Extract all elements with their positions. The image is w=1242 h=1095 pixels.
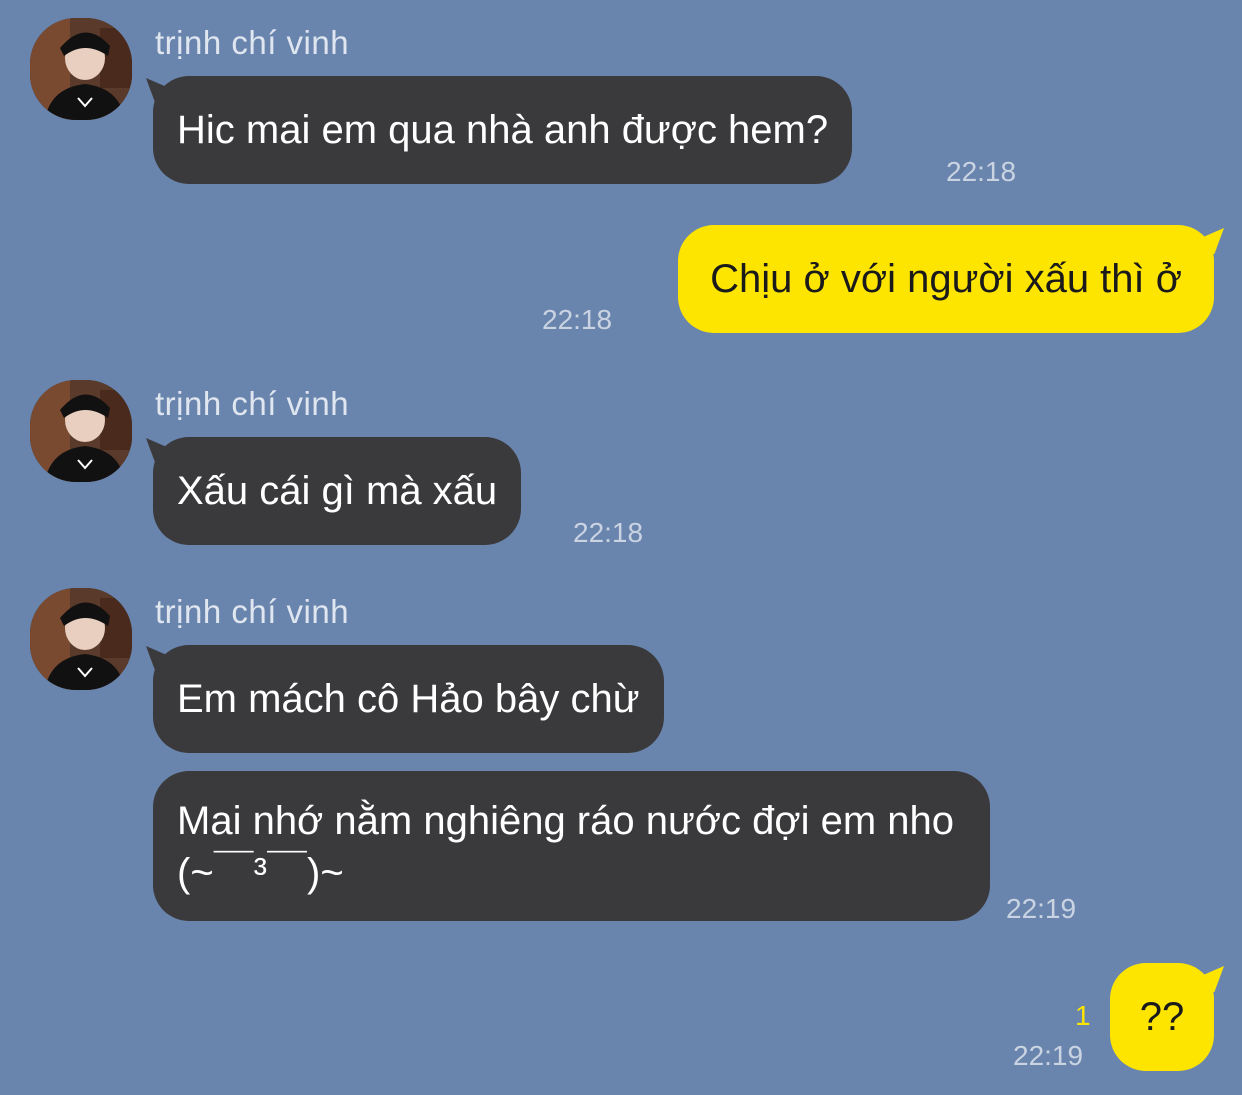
bubble-tail [1200, 966, 1224, 992]
sender-name: trịnh chí vinh [155, 24, 350, 61]
chat-window: trịnh chí vinh Hic mai em qua nhà anh đư… [0, 0, 1242, 1095]
message-timestamp: 22:18 [946, 156, 1017, 187]
message-bubble-outgoing[interactable]: Chịu ở với người xấu thì ở [678, 225, 1214, 333]
message-timestamp: 22:19 [1013, 1040, 1084, 1071]
sender-name: trịnh chí vinh [155, 593, 350, 630]
message-bubble-incoming[interactable]: Mai nhớ nằm nghiêng ráo nước đợi em nho … [153, 771, 990, 921]
sender-avatar[interactable] [30, 588, 132, 690]
bubble-tail [1200, 228, 1224, 254]
message-timestamp: 22:18 [573, 517, 644, 548]
avatar-photo-icon [30, 380, 132, 482]
avatar-photo-icon [30, 588, 132, 690]
message-timestamp: 22:19 [1006, 893, 1077, 924]
message-bubble-incoming[interactable]: Em mách cô Hảo bây chừ [153, 645, 664, 753]
message-bubble-outgoing[interactable]: ?? [1110, 963, 1214, 1071]
sender-name: trịnh chí vinh [155, 385, 350, 422]
message-bubble-incoming[interactable]: Hic mai em qua nhà anh được hem? [153, 76, 853, 184]
avatar-photo-icon [30, 18, 132, 120]
unread-count-badge: 1 [1075, 1000, 1091, 1031]
message-timestamp: 22:18 [542, 304, 613, 335]
sender-avatar[interactable] [30, 18, 132, 120]
sender-avatar[interactable] [30, 380, 132, 482]
message-bubble-incoming[interactable]: Xấu cái gì mà xấu [153, 437, 522, 545]
